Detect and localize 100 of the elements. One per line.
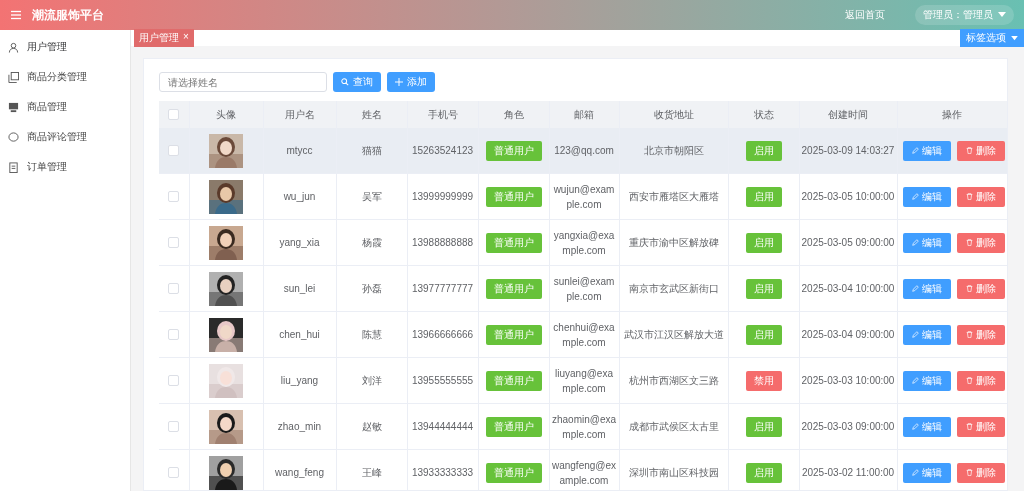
delete-button[interactable]: 删除 (956, 370, 1005, 391)
name-cell: 王峰 (336, 449, 407, 490)
delete-button[interactable]: 删除 (956, 232, 1005, 253)
row-checkbox[interactable] (168, 421, 180, 433)
phone-cell: 15263524123 (407, 128, 478, 174)
page-tab[interactable]: 用户管理 × (134, 29, 194, 47)
row-checkbox[interactable] (168, 467, 180, 479)
address-cell: 深圳市南山区科技园 (619, 449, 728, 490)
table-row[interactable]: yang_xia 杨霞 13988888888 普通用户 yangxia@example.com 重庆市渝中区解放碑 启用 2025-03-05 09:00:00 编辑 删除 (159, 219, 1007, 266)
row-checkbox[interactable] (168, 237, 180, 249)
username-cell: sun_lei (263, 265, 336, 312)
trash-icon (965, 377, 973, 384)
edit-button[interactable]: 编辑 (902, 324, 951, 345)
created-time-cell: 2025-03-05 09:00:00 (799, 219, 897, 266)
row-checkbox[interactable] (168, 191, 180, 203)
status-tag: 启用 (745, 462, 782, 483)
role-tag: 普通用户 (485, 140, 542, 161)
pencil-icon (911, 239, 919, 246)
created-time-cell: 2025-03-04 09:00:00 (799, 311, 897, 358)
created-time-cell: 2025-03-03 10:00:00 (799, 357, 897, 404)
search-icon (341, 78, 349, 86)
address-cell: 杭州市西湖区文三路 (619, 357, 728, 404)
email-cell: yangxia@example.com (549, 219, 619, 266)
tab-options-button[interactable]: 标签选项 (960, 29, 1024, 47)
row-checkbox[interactable] (168, 329, 180, 341)
phone-cell: 13988888888 (407, 219, 478, 266)
sidebar-item[interactable]: 商品分类管理 (0, 62, 130, 92)
chat-icon (8, 131, 19, 143)
username-cell: yang_xia (263, 219, 336, 266)
delete-button[interactable]: 删除 (956, 278, 1005, 299)
created-time-cell: 2025-03-09 14:03:27 (799, 128, 897, 174)
delete-button[interactable]: 删除 (956, 416, 1005, 437)
phone-cell: 13999999999 (407, 173, 478, 220)
trash-icon (965, 147, 973, 154)
caret-icon (1011, 35, 1018, 41)
edit-button[interactable]: 编辑 (902, 416, 951, 437)
address-cell: 西安市雁塔区大雁塔 (619, 173, 728, 220)
add-button[interactable]: 添加 (387, 72, 435, 92)
column-header: 状态 (728, 101, 799, 128)
created-time-cell: 2025-03-05 10:00:00 (799, 173, 897, 220)
column-header: 角色 (478, 101, 549, 128)
caret-icon (998, 12, 1006, 18)
search-button[interactable]: 查询 (333, 72, 381, 92)
select-all-checkbox[interactable] (168, 109, 180, 121)
row-checkbox[interactable] (168, 283, 180, 295)
user-menu[interactable]: 管理员：管理员 (915, 5, 1014, 25)
role-tag: 普通用户 (485, 186, 542, 207)
delete-button[interactable]: 删除 (956, 186, 1005, 207)
trash-icon (965, 285, 973, 292)
role-tag: 普通用户 (485, 416, 542, 437)
close-icon[interactable]: × (183, 31, 189, 45)
email-cell: liuyang@example.com (549, 357, 619, 404)
column-header: 用户名 (263, 101, 336, 128)
address-cell: 武汉市江汉区解放大道 (619, 311, 728, 358)
edit-button[interactable]: 编辑 (902, 370, 951, 391)
phone-cell: 13933333333 (407, 449, 478, 490)
delete-button[interactable]: 删除 (956, 324, 1005, 345)
edit-button[interactable]: 编辑 (902, 462, 951, 483)
pencil-icon (911, 469, 919, 476)
sidebar-item[interactable]: 商品管理 (0, 92, 130, 122)
column-header: 姓名 (336, 101, 407, 128)
row-checkbox[interactable] (168, 375, 180, 387)
username-cell: wang_feng (263, 449, 336, 490)
phone-cell: 13944444444 (407, 403, 478, 450)
email-cell: chenhui@example.com (549, 311, 619, 358)
edit-button[interactable]: 编辑 (902, 232, 951, 253)
status-tag: 启用 (745, 186, 782, 207)
table-row[interactable]: zhao_min 赵敏 13944444444 普通用户 zhaomin@example.com 成都市武侯区太古里 启用 2025-03-03 09:00:00 编辑 删除 (159, 403, 1007, 450)
table-row[interactable]: wang_feng 王峰 13933333333 普通用户 wangfeng@example.com 深圳市南山区科技园 启用 2025-03-02 11:00:00 编辑 删除 (159, 449, 1007, 490)
name-cell: 陈慧 (336, 311, 407, 358)
edit-button[interactable]: 编辑 (902, 186, 951, 207)
delete-button[interactable]: 删除 (956, 140, 1005, 161)
address-cell: 成都市武侯区太古里 (619, 403, 728, 450)
search-field[interactable]: 请选择姓名 (159, 72, 327, 92)
edit-button[interactable]: 编辑 (902, 140, 951, 161)
column-header: 手机号 (407, 101, 478, 128)
row-checkbox[interactable] (168, 145, 180, 157)
column-header: 创建时间 (799, 101, 897, 128)
trash-icon (965, 239, 973, 246)
home-link[interactable]: 返回首页 (845, 8, 885, 22)
table-row[interactable]: mtycc 猫猫 15263524123 普通用户 123@qq.com 北京市朝阳区 启用 2025-03-09 14:03:27 编辑 删除 (159, 128, 1007, 174)
column-header: 收货地址 (619, 101, 728, 128)
created-time-cell: 2025-03-03 09:00:00 (799, 403, 897, 450)
menu-icon[interactable] (10, 9, 22, 21)
delete-button[interactable]: 删除 (956, 462, 1005, 483)
pencil-icon (911, 423, 919, 430)
table-row[interactable]: liu_yang 刘洋 13955555555 普通用户 liuyang@example.com 杭州市西湖区文三路 禁用 2025-03-03 10:00:00 编辑 删除 (159, 357, 1007, 404)
username-cell: mtycc (263, 128, 336, 174)
address-cell: 北京市朝阳区 (619, 128, 728, 174)
pencil-icon (911, 147, 919, 154)
status-tag: 禁用 (745, 370, 782, 391)
name-cell: 孙磊 (336, 265, 407, 312)
sidebar-item[interactable]: 商品评论管理 (0, 122, 130, 152)
table-row[interactable]: sun_lei 孙磊 13977777777 普通用户 sunlei@example.com 南京市玄武区新街口 启用 2025-03-04 10:00:00 编辑 删除 (159, 265, 1007, 312)
edit-button[interactable]: 编辑 (902, 278, 951, 299)
table-row[interactable]: wu_jun 吴军 13999999999 普通用户 wujun@example.com 西安市雁塔区大雁塔 启用 2025-03-05 10:00:00 编辑 删除 (159, 173, 1007, 220)
phone-cell: 13955555555 (407, 357, 478, 404)
sidebar-item[interactable]: 订单管理 (0, 152, 130, 182)
role-tag: 普通用户 (485, 370, 542, 391)
username-cell: chen_hui (263, 311, 336, 358)
